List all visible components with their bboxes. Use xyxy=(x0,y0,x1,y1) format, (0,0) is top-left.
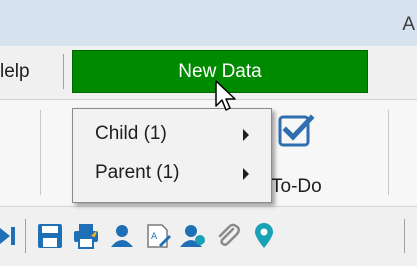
toolbar-separator xyxy=(25,219,26,253)
toolbar-separator xyxy=(404,219,405,253)
dropdown-item-label: Parent (1) xyxy=(95,162,180,183)
submenu-arrow-icon xyxy=(243,168,249,180)
todo-label[interactable]: To-Do xyxy=(271,176,322,198)
last-record-icon[interactable] xyxy=(0,223,18,249)
edit-document-icon[interactable]: A xyxy=(145,223,171,249)
ribbon-separator xyxy=(40,110,41,195)
menu-bar: lelp New Data xyxy=(0,46,417,100)
menu-separator xyxy=(63,54,64,89)
save-icon[interactable] xyxy=(37,223,63,249)
menu-help[interactable]: lelp xyxy=(0,61,30,83)
window-title: A xyxy=(402,14,415,35)
attachment-icon[interactable] xyxy=(215,223,241,249)
window-titlebar: A xyxy=(0,0,417,46)
mouse-cursor-icon xyxy=(215,80,236,111)
add-contact-icon[interactable] xyxy=(180,223,206,249)
ribbon-separator xyxy=(388,110,389,195)
contact-icon[interactable] xyxy=(109,223,135,249)
new-data-dropdown: Child (1) Parent (1) xyxy=(72,108,272,203)
location-pin-icon[interactable] xyxy=(251,223,277,249)
dropdown-item-parent[interactable]: Parent (1) xyxy=(73,154,271,190)
checkbox-check-icon[interactable] xyxy=(277,112,315,150)
submenu-arrow-icon xyxy=(243,129,249,141)
dropdown-item-label: Child (1) xyxy=(95,123,167,144)
dropdown-item-child[interactable]: Child (1) xyxy=(73,115,271,151)
print-icon[interactable] xyxy=(73,223,99,249)
svg-text:A: A xyxy=(151,232,158,242)
toolbar: A xyxy=(0,206,417,266)
